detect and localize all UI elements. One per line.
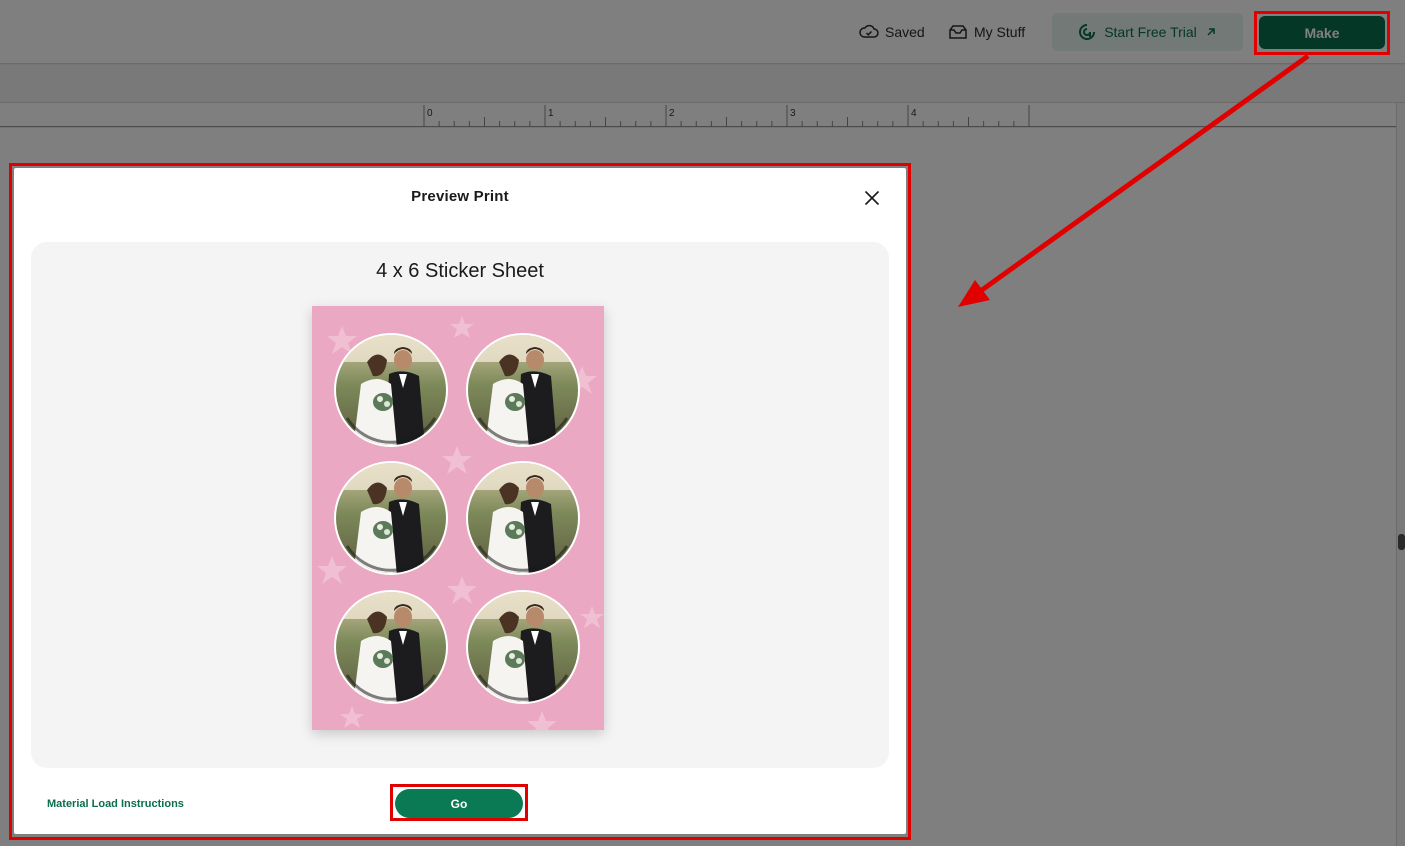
make-button-highlight xyxy=(1254,11,1390,55)
go-button-highlight xyxy=(390,784,528,821)
dialog-highlight xyxy=(9,163,911,840)
